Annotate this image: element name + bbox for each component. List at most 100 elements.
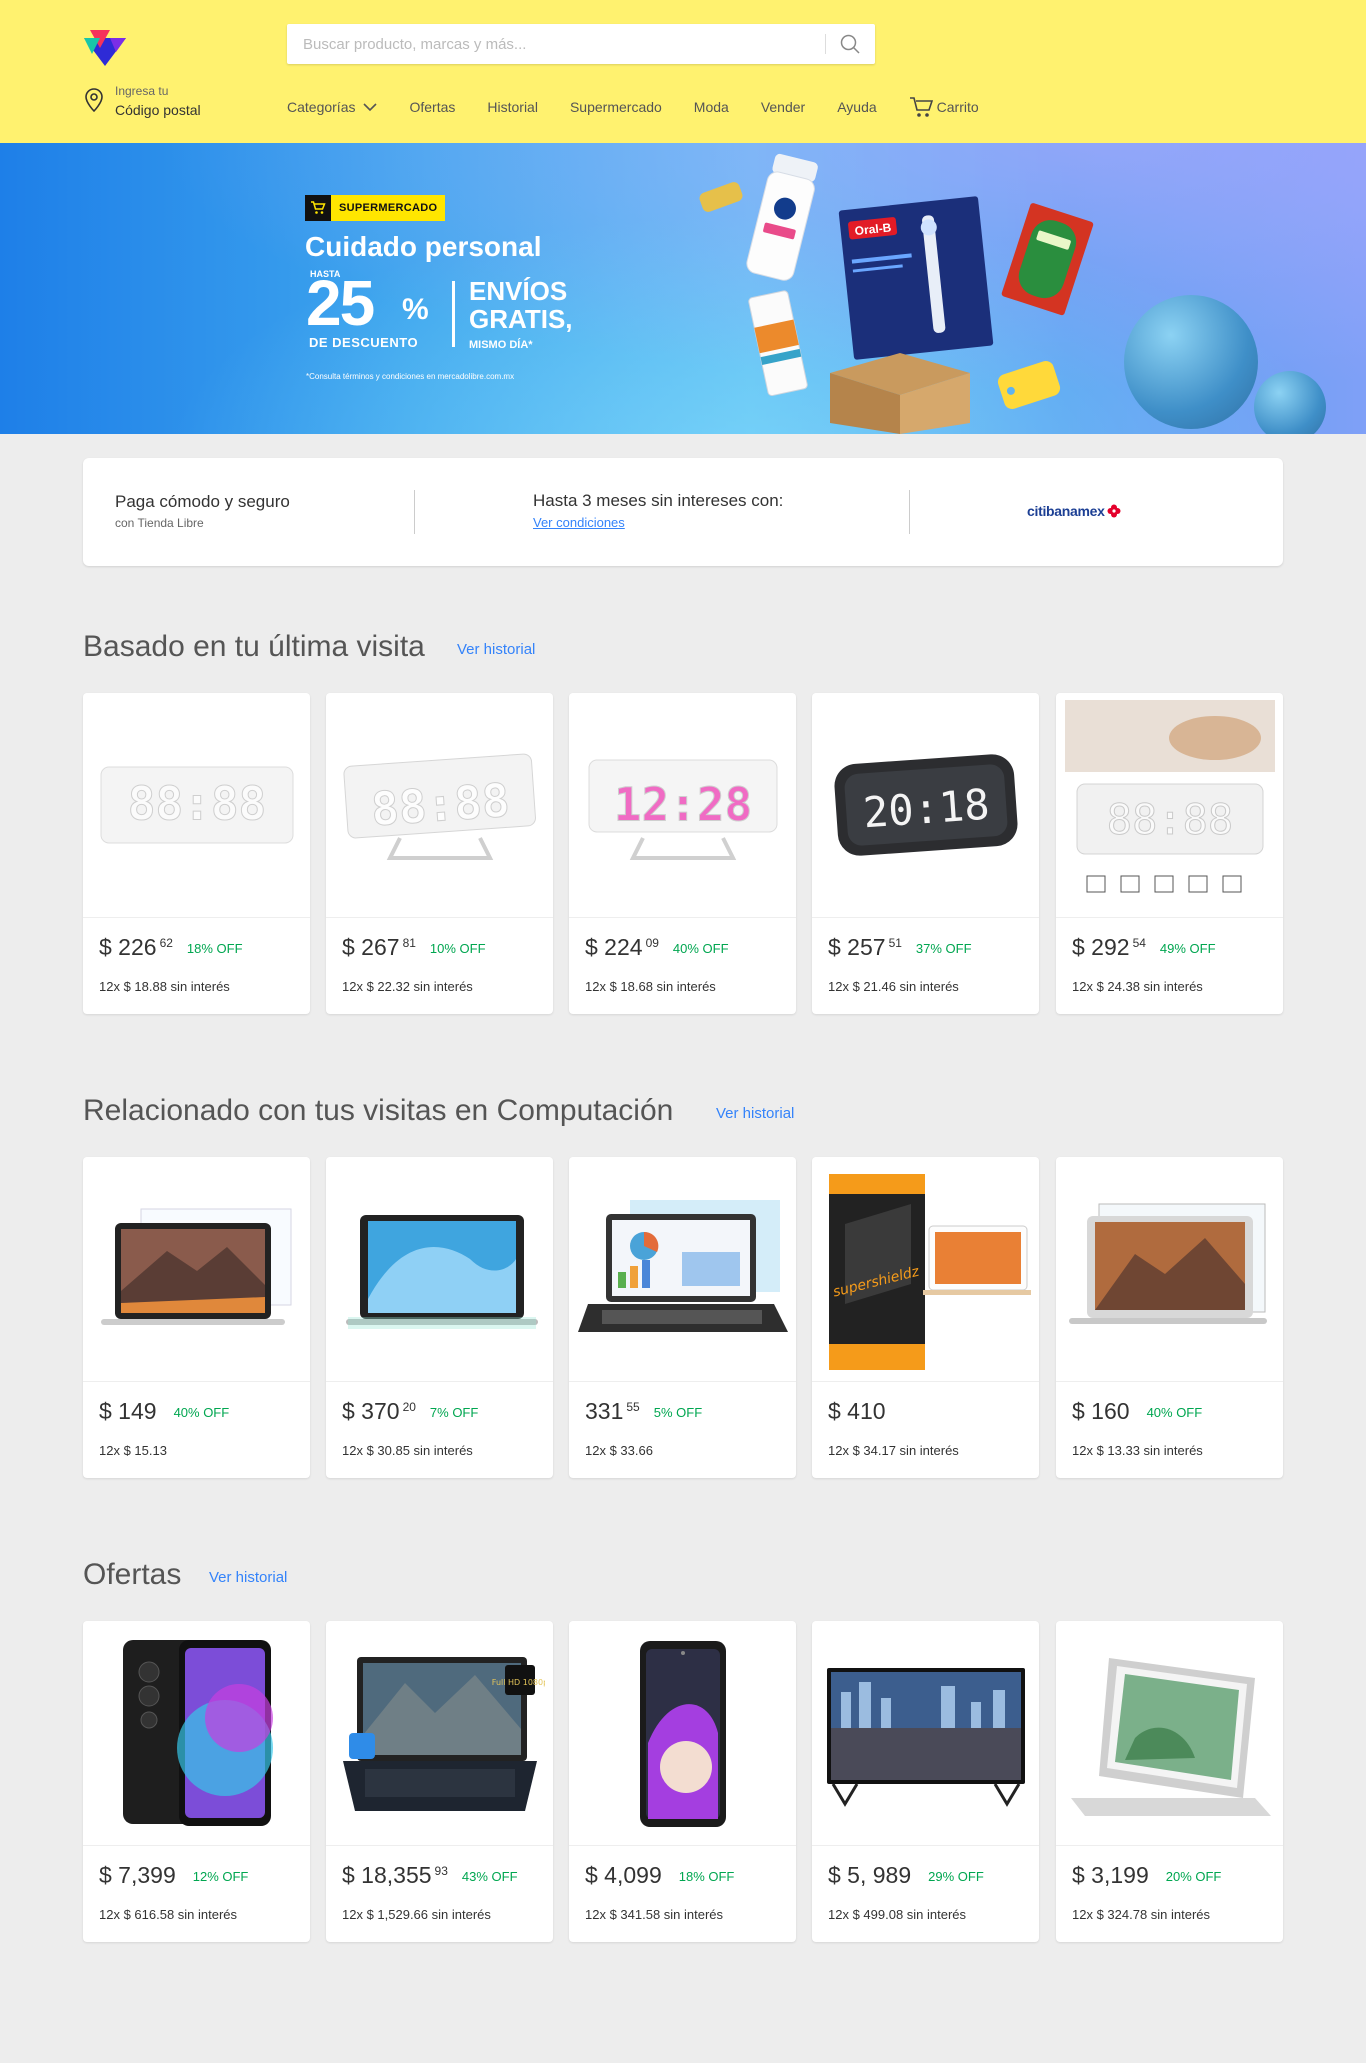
installments-label: 12x $ 616.58 sin interés [99, 1907, 238, 1922]
product-image[interactable] [83, 1157, 310, 1382]
chevron-down-icon [363, 102, 378, 111]
product-card-s3-3[interactable]: $ 4,099 18% OFF 12x $ 341.58 sin interés [569, 1621, 796, 1942]
nav-cart[interactable]: Carrito [909, 96, 979, 118]
product-image[interactable]: 12:28 [569, 693, 796, 918]
product-card-s3-5[interactable]: $ 3,199 20% OFF 12x $ 324.78 sin interés [1056, 1621, 1283, 1942]
nav-fashion[interactable]: Moda [694, 99, 729, 115]
product-card-s1-2[interactable]: 88:88 $ 267 81 10% OFF 12x $ 22.32 sin i… [326, 693, 553, 1014]
price-cents: 93 [434, 1864, 448, 1878]
price-amount: $ 267 [342, 934, 400, 960]
main-nav: Categorías Ofertas Historial Supermercad… [287, 95, 1011, 119]
product-image[interactable] [812, 1621, 1039, 1846]
product-price: $ 5, 989 29% OFF [828, 1862, 984, 1889]
section-link-computing[interactable]: Ver historial [716, 1105, 794, 1122]
installments-label: 12x $ 18.88 sin interés [99, 979, 230, 994]
discount-badge: 18% OFF [186, 941, 243, 956]
installments-text: Hasta 3 meses sin intereses con: [533, 491, 784, 510]
product-card-s1-1[interactable]: 88:88 $ 226 62 18% OFF 12x $ 18.88 sin i… [83, 693, 310, 1014]
installments-label: 12x $ 34.17 sin interés [828, 1443, 959, 1458]
product-image[interactable]: 88:88 [1056, 693, 1283, 918]
banner-discount-label: DE DESCUENTO [309, 335, 419, 350]
product-image[interactable] [569, 1621, 796, 1846]
conditions-link[interactable]: Ver condiciones [533, 515, 625, 530]
listerine-box-image [1001, 203, 1094, 316]
svg-text:Full HD 1080p: Full HD 1080p [491, 1678, 544, 1687]
product-card-s1-3[interactable]: 12:28 $ 224 09 40% OFF 12x $ 18.68 sin i… [569, 693, 796, 1014]
nav-categories[interactable]: Categorías [287, 99, 378, 115]
price-amount: $ 226 [99, 934, 157, 960]
product-card-s1-4[interactable]: 20:18 $ 257 51 37% OFF 12x $ 21.46 sin i… [812, 693, 1039, 1014]
product-price: $ 4,099 18% OFF [585, 1862, 734, 1889]
banner-title: Cuidado personal [305, 231, 542, 262]
banner-divider [452, 281, 455, 347]
product-image[interactable] [326, 1157, 553, 1382]
product-card-s3-4[interactable]: $ 5, 989 29% OFF 12x $ 499.08 sin interé… [812, 1621, 1039, 1942]
payment-divider-2 [909, 490, 910, 534]
banner-gratis: GRATIS, [469, 304, 573, 335]
header: Ingresa tu Código postal Categorías Ofer… [0, 0, 1366, 143]
product-image[interactable] [83, 1621, 310, 1846]
price-amount: $ 4,099 [585, 1862, 662, 1888]
nav-offers[interactable]: Ofertas [409, 99, 455, 115]
product-card-s2-5[interactable]: $ 160 40% OFF 12x $ 13.33 sin interés [1056, 1157, 1283, 1478]
section-link-last-visit[interactable]: Ver historial [457, 641, 535, 658]
product-card-s2-2[interactable]: $ 370 20 7% OFF 12x $ 30.85 sin interés [326, 1157, 553, 1478]
nav-sell[interactable]: Vender [761, 99, 805, 115]
discount-badge: 37% OFF [915, 941, 972, 956]
product-image[interactable] [1056, 1621, 1283, 1846]
product-card-s3-1[interactable]: $ 7,399 12% OFF 12x $ 616.58 sin interés [83, 1621, 310, 1942]
location-selector[interactable]: Ingresa tu Código postal [84, 84, 264, 124]
installments-label: 12x $ 341.58 sin interés [585, 1907, 724, 1922]
discount-badge: 40% OFF [672, 941, 729, 956]
payment-title: Paga cómodo y seguro [115, 492, 290, 511]
price-cents: 54 [1132, 936, 1146, 950]
price-amount: $ 224 [585, 934, 643, 960]
banner-percent: 25 [306, 267, 375, 339]
search-input[interactable] [303, 24, 803, 64]
product-image[interactable]: Full HD 1080p [326, 1621, 553, 1846]
installments-label: 12x $ 324.78 sin interés [1072, 1907, 1211, 1922]
nav-history[interactable]: Historial [487, 99, 538, 115]
product-card-s2-4[interactable]: supershieldz $ 410 12x $ 34.17 sin inter… [812, 1157, 1039, 1478]
search-icon[interactable] [839, 33, 861, 55]
product-price: $ 226 62 18% OFF [99, 934, 243, 961]
product-image[interactable]: supershieldz [812, 1157, 1039, 1382]
search-divider [825, 34, 826, 54]
logo-icon[interactable] [84, 30, 126, 66]
product-card-s1-5[interactable]: 88:88 $ 292 54 49% OFF 12x $ 24.38 sin i… [1056, 693, 1283, 1014]
deodorant-product-image [746, 153, 818, 281]
discount-badge: 10% OFF [429, 941, 486, 956]
discount-badge: 20% OFF [1165, 1869, 1222, 1884]
location-prompt: Ingresa tu [115, 84, 169, 98]
location-value: Código postal [115, 102, 201, 118]
nav-supermarket[interactable]: Supermercado [570, 99, 662, 115]
discount-badge: 40% OFF [1146, 1405, 1203, 1420]
product-image[interactable]: 20:18 [812, 693, 1039, 918]
discount-badge: 43% OFF [461, 1869, 518, 1884]
section-link-offers[interactable]: Ver historial [209, 1569, 287, 1586]
svg-text:88:88: 88:88 [127, 776, 265, 830]
product-price: $ 292 54 49% OFF [1072, 934, 1216, 961]
product-image[interactable] [1056, 1157, 1283, 1382]
product-price: $ 267 81 10% OFF [342, 934, 486, 961]
promo-banner[interactable]: SUPERMERCADO Cuidado personal HASTA 25 %… [0, 143, 1366, 434]
installments-label: 12x $ 13.33 sin interés [1072, 1443, 1203, 1458]
product-card-s2-1[interactable]: $ 149 40% OFF 12x $ 15.13 [83, 1157, 310, 1478]
installments-label: 12x $ 22.32 sin interés [342, 979, 473, 994]
nav-help[interactable]: Ayuda [837, 99, 876, 115]
svg-text:12:28: 12:28 [613, 778, 751, 832]
product-image[interactable]: 88:88 [326, 693, 553, 918]
product-card-s3-2[interactable]: Full HD 1080p $ 18,355 93 43% OFF 12x $ … [326, 1621, 553, 1942]
banner-same-day: MISMO DÍA* [469, 339, 533, 351]
cream-product-image [748, 290, 808, 397]
product-price: $ 370 20 7% OFF [342, 1398, 478, 1425]
installments-label: 12x $ 499.08 sin interés [828, 1907, 967, 1922]
product-image[interactable]: 88:88 [83, 693, 310, 918]
price-amount: $ 5, 989 [828, 1862, 912, 1888]
product-price: $ 149 40% OFF [99, 1398, 229, 1425]
nav-categories-label: Categorías [287, 99, 356, 115]
location-pin-icon [85, 88, 103, 112]
payment-divider [414, 490, 415, 534]
product-card-s2-3[interactable]: 331 55 5% OFF 12x $ 33.66 [569, 1157, 796, 1478]
product-image[interactable] [569, 1157, 796, 1382]
